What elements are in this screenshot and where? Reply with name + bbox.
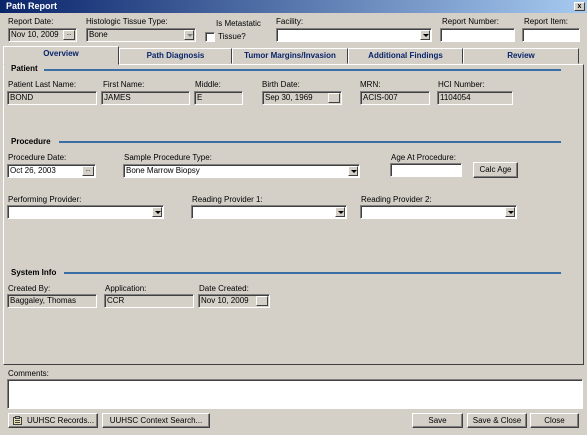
procedure-date-field[interactable]: Oct 26, 2003 ... [7, 164, 96, 178]
report-date-label: Report Date: [8, 17, 54, 26]
report-item-label: Report Item: [524, 17, 569, 26]
performing-provider-select[interactable] [7, 205, 164, 219]
application-field[interactable]: CCR [104, 294, 194, 308]
procedure-date-value: Oct 26, 2003 [10, 166, 56, 175]
reading-provider-1-label: Reading Provider 1: [192, 195, 263, 204]
age-at-procedure-label: Age At Procedure: [391, 153, 456, 162]
procedure-type-select[interactable]: Bone Marrow Biopsy [123, 164, 360, 178]
reading-provider-2-label: Reading Provider 2: [361, 195, 432, 204]
report-item-input[interactable] [522, 28, 580, 42]
date-created-value: Nov 10, 2009 [201, 296, 249, 305]
tab-review[interactable]: Review [463, 48, 579, 64]
comments-label: Comments: [8, 369, 49, 378]
comments-textarea[interactable] [7, 379, 583, 409]
first-name-label: First Name: [103, 80, 145, 89]
birth-date-value: Sep 30, 1969 [265, 93, 313, 102]
tissue-type-label: Histologic Tissue Type: [86, 17, 168, 26]
hci-number-label: HCI Number: [438, 80, 485, 89]
chevron-down-icon[interactable] [505, 207, 515, 217]
system-info-section-title: System Info [11, 268, 57, 277]
uuhsc-records-label: UUHSC Records... [27, 416, 95, 425]
created-by-field[interactable]: Baggaley, Thomas [7, 294, 97, 308]
metastatic-label-line2: Tissue? [218, 32, 246, 41]
report-number-label: Report Number: [442, 17, 499, 26]
save-button[interactable]: Save [412, 413, 463, 428]
mrn-label: MRN: [360, 80, 381, 89]
close-button[interactable]: Close [530, 413, 579, 428]
reading-provider-1-select[interactable] [191, 205, 347, 219]
report-number-input[interactable] [440, 28, 515, 42]
performing-provider-label: Performing Provider: [8, 195, 82, 204]
date-created-picker-button[interactable] [256, 296, 268, 306]
facility-select[interactable] [276, 28, 432, 42]
last-name-label: Patient Last Name: [8, 80, 77, 89]
calc-age-button[interactable]: Calc Age [473, 162, 518, 178]
reading-provider-2-select[interactable] [360, 205, 517, 219]
mrn-field[interactable]: ACIS-007 [360, 91, 430, 105]
birth-date-label: Birth Date: [262, 80, 300, 89]
tab-path-diagnosis[interactable]: Path Diagnosis [119, 48, 232, 64]
age-at-procedure-input[interactable] [390, 163, 462, 177]
save-close-button[interactable]: Save & Close [467, 413, 527, 428]
metastatic-checkbox[interactable] [205, 32, 215, 42]
procedure-type-value: Bone Marrow Biopsy [126, 166, 200, 175]
uuhsc-context-search-button[interactable]: UUHSC Context Search... [102, 413, 210, 428]
procedure-date-picker-button[interactable]: ... [82, 166, 94, 176]
procedure-type-label: Sample Procedure Type: [124, 153, 212, 162]
chevron-down-icon[interactable] [335, 207, 345, 217]
patient-section-divider [44, 69, 561, 71]
report-date-field[interactable]: Nov 10, 2009 ... [8, 28, 77, 42]
uuhsc-records-button[interactable]: UUHSC Records... [8, 413, 98, 428]
tab-additional-findings[interactable]: Additional Findings [348, 48, 463, 64]
created-by-label: Created By: [8, 284, 51, 293]
chevron-down-icon[interactable] [184, 30, 194, 40]
tab-overview[interactable]: Overview [3, 46, 119, 65]
tab-tumor-margins[interactable]: Tumor Margins/Invasion [232, 48, 348, 64]
birth-date-picker-button[interactable] [328, 93, 340, 103]
window-title-bar[interactable]: Path Report [0, 0, 587, 13]
window-close-button[interactable]: x [574, 2, 585, 11]
report-date-value: Nov 10, 2009 [11, 30, 59, 39]
report-date-picker-button[interactable]: ... [63, 30, 75, 40]
hci-number-field[interactable]: 1104054 [437, 91, 513, 105]
birth-date-field[interactable]: Sep 30, 1969 [262, 91, 342, 105]
facility-label: Facility: [276, 17, 304, 26]
chevron-down-icon[interactable] [152, 207, 162, 217]
records-icon [13, 416, 23, 425]
middle-name-field[interactable]: E [194, 91, 243, 105]
first-name-field[interactable]: JAMES [101, 91, 190, 105]
middle-name-label: Middle: [195, 80, 221, 89]
system-info-section-divider [64, 272, 561, 274]
procedure-section-title: Procedure [11, 137, 51, 146]
date-created-label: Date Created: [199, 284, 249, 293]
application-label: Application: [105, 284, 147, 293]
patient-section-title: Patient [11, 64, 38, 73]
procedure-date-label: Procedure Date: [8, 153, 67, 162]
last-name-field[interactable]: BOND [7, 91, 97, 105]
date-created-field[interactable]: Nov 10, 2009 [198, 294, 270, 308]
window-title: Path Report [6, 1, 58, 11]
chevron-down-icon[interactable] [420, 30, 430, 40]
tissue-type-value: Bone [89, 30, 108, 39]
chevron-down-icon[interactable] [348, 166, 358, 176]
metastatic-label-line1: Is Metastatic [216, 19, 261, 28]
tissue-type-select[interactable]: Bone [86, 28, 196, 42]
procedure-section-divider [59, 141, 561, 143]
